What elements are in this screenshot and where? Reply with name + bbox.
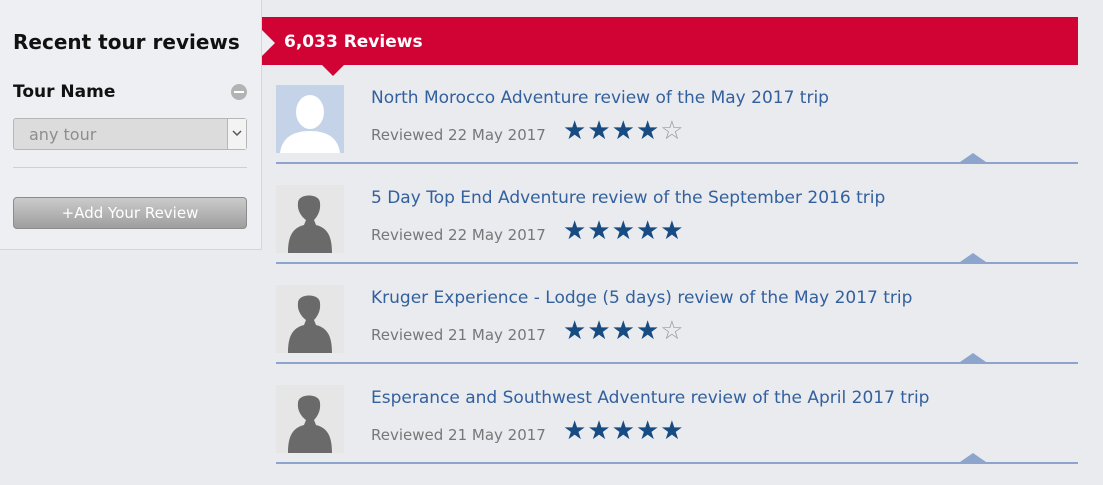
sidebar-divider [13,167,247,168]
chevron-down-icon[interactable] [227,119,246,149]
filter-sidebar: Recent tour reviews Tour Name any tour +… [0,0,262,250]
expand-arrow-icon[interactable] [960,153,986,162]
star-filled-icon: ★ [635,216,660,246]
star-filled-icon: ★ [587,116,611,146]
star-empty-icon: ☆ [660,316,684,346]
review-divider [276,362,1078,364]
add-review-button[interactable]: +Add Your Review [13,197,247,229]
review-divider [276,262,1078,264]
reviews-count-banner: 6,033 Reviews [262,17,1078,76]
tour-name-filter-label: Tour Name [13,82,116,102]
star-rating: ★★★★★ [563,418,685,444]
tour-name-select[interactable]: any tour [13,118,247,150]
tour-select-value: any tour [29,125,97,144]
star-filled-icon: ★ [635,316,660,346]
star-rating: ★★★★☆ [563,318,685,344]
star-rating: ★★★★☆ [563,118,685,144]
star-filled-icon: ★ [563,216,587,246]
star-filled-icon: ★ [563,316,587,346]
review-title-link[interactable]: 5 Day Top End Adventure review of the Se… [371,188,885,208]
star-filled-icon: ★ [660,416,684,446]
star-filled-icon: ★ [611,116,635,146]
star-rating: ★★★★★ [563,218,685,244]
sidebar-pointer [262,30,275,56]
expand-arrow-icon[interactable] [960,353,986,362]
star-filled-icon: ★ [587,416,611,446]
female-avatar-icon [276,285,344,353]
star-filled-icon: ★ [587,216,611,246]
review-date: Reviewed 21 May 2017 [371,326,546,344]
review-date: Reviewed 22 May 2017 [371,126,546,144]
expand-arrow-icon[interactable] [960,453,986,462]
star-filled-icon: ★ [635,416,660,446]
reviews-count: 6,033 Reviews [284,32,423,52]
default-avatar-icon [276,85,344,153]
review-title-link[interactable]: Kruger Experience - Lodge (5 days) revie… [371,288,912,308]
review-item: 5 Day Top End Adventure review of the Se… [276,185,1078,285]
collapse-filter-icon[interactable] [231,84,247,100]
star-empty-icon: ☆ [660,116,684,146]
star-filled-icon: ★ [563,116,587,146]
review-item: North Morocco Adventure review of the Ma… [276,85,1078,185]
review-item: Kruger Experience - Lodge (5 days) revie… [276,285,1078,385]
star-filled-icon: ★ [611,216,635,246]
review-divider [276,462,1078,464]
review-date: Reviewed 22 May 2017 [371,226,546,244]
star-filled-icon: ★ [635,116,660,146]
female-avatar-icon [276,185,344,253]
star-filled-icon: ★ [611,416,635,446]
star-filled-icon: ★ [587,316,611,346]
review-title-link[interactable]: Esperance and Southwest Adventure review… [371,388,929,408]
star-filled-icon: ★ [660,216,684,246]
banner-pointer [322,65,344,76]
star-filled-icon: ★ [563,416,587,446]
review-title-link[interactable]: North Morocco Adventure review of the Ma… [371,88,829,108]
review-date: Reviewed 21 May 2017 [371,426,546,444]
expand-arrow-icon[interactable] [960,253,986,262]
female-avatar-icon [276,385,344,453]
star-filled-icon: ★ [611,316,635,346]
review-item: Esperance and Southwest Adventure review… [276,385,1078,485]
review-divider [276,162,1078,164]
sidebar-title: Recent tour reviews [13,30,240,54]
